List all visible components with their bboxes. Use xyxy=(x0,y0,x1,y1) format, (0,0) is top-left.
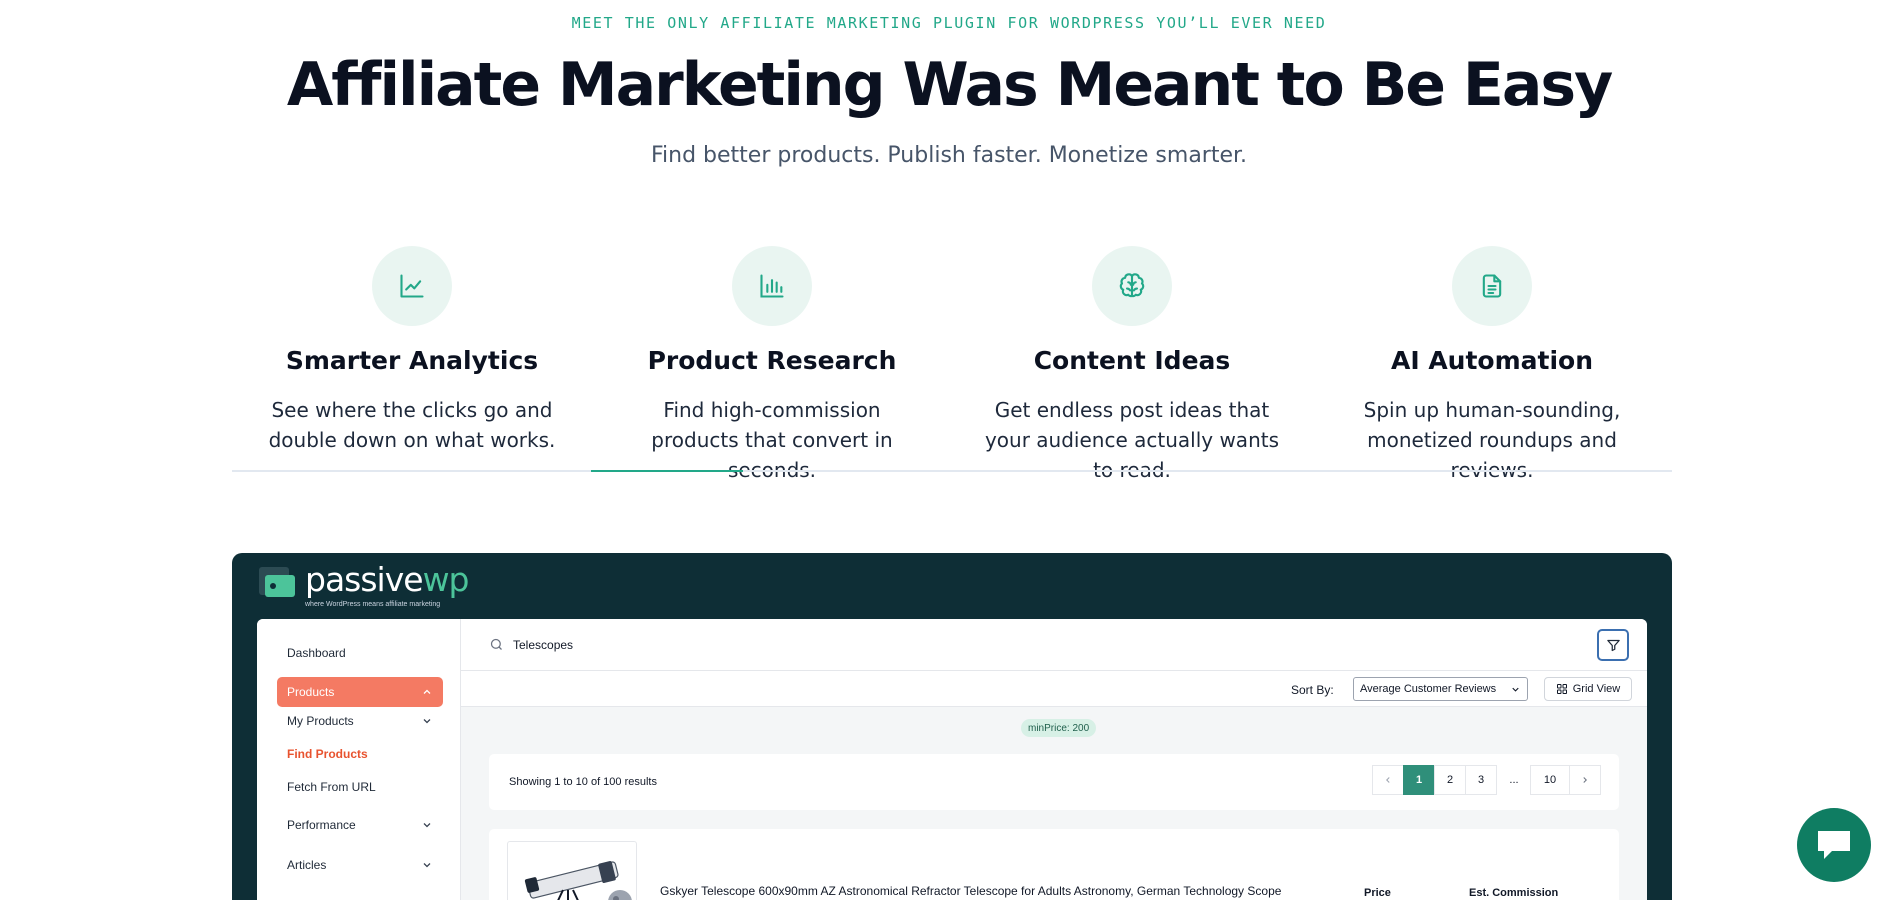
brain-icon xyxy=(1092,246,1172,326)
grid-view-label: Grid View xyxy=(1572,683,1621,695)
pagination-prev-button[interactable] xyxy=(1372,765,1404,795)
feature-tab-active-indicator xyxy=(591,470,743,472)
hero-subtitle: Find better products. Publish faster. Mo… xyxy=(650,143,1248,168)
filter-button[interactable] xyxy=(1597,629,1629,661)
chevron-right-icon xyxy=(1583,777,1587,783)
sidebar-item-fetch-from-url[interactable]: Fetch From URL xyxy=(287,774,443,800)
feature-title: Smarter Analytics xyxy=(285,346,539,375)
sidebar-item-label: Performance xyxy=(287,818,356,832)
logo-wordmark: passivewp xyxy=(305,560,469,599)
feature-title: Product Research xyxy=(647,346,897,375)
sort-bar: Sort By: Average Customer Reviews Grid V… xyxy=(461,671,1647,707)
feature-tabs-divider xyxy=(232,470,1672,472)
filter-chip[interactable]: minPrice: 200 xyxy=(1021,719,1097,737)
sidebar-item-my-products[interactable]: My Products xyxy=(287,708,443,734)
commission-column-header: Est. Commission xyxy=(1469,887,1559,899)
feature-tabs: Smarter Analytics See where the clicks g… xyxy=(232,246,1672,482)
sidebar-item-label: My Products xyxy=(287,714,354,728)
sidebar-item-products[interactable]: Products xyxy=(277,677,443,707)
sidebar: Dashboard Products My Products Find Prod… xyxy=(257,619,461,900)
results-count: Showing 1 to 10 of 100 results xyxy=(509,776,657,788)
product-image[interactable] xyxy=(507,841,637,900)
chevron-down-icon xyxy=(423,863,431,868)
sidebar-item-label: Fetch From URL xyxy=(287,780,376,794)
grid-view-button[interactable]: Grid View xyxy=(1544,677,1632,701)
pagination-ellipsis: ... xyxy=(1497,765,1531,795)
chevron-down-icon xyxy=(423,823,431,828)
pagination-page-1[interactable]: 1 xyxy=(1403,765,1435,795)
bar-chart-icon xyxy=(732,246,812,326)
chevron-left-icon xyxy=(1386,777,1390,783)
chevron-down-icon xyxy=(1512,687,1519,692)
chevron-down-icon xyxy=(423,719,431,724)
pagination-page-last[interactable]: 10 xyxy=(1530,765,1570,795)
feature-content-ideas[interactable]: Content Ideas Get endless post ideas tha… xyxy=(952,246,1312,482)
feature-title: Content Ideas xyxy=(1033,346,1231,375)
logo-mark-icon xyxy=(259,567,295,597)
sidebar-item-articles[interactable]: Articles xyxy=(277,850,443,880)
main-content: Telescopes Sort By: Average Customer Rev… xyxy=(461,619,1647,900)
product-title[interactable]: Gskyer Telescope 600x90mm AZ Astronomica… xyxy=(660,884,1281,898)
chat-button[interactable] xyxy=(1797,808,1871,882)
search-input[interactable]: Telescopes xyxy=(513,638,573,652)
pagination: 1 2 3 ... 10 xyxy=(1372,765,1601,795)
filter-icon xyxy=(1606,639,1620,651)
telescope-image xyxy=(524,861,632,900)
sidebar-item-label: Find Products xyxy=(287,747,368,761)
chat-icon xyxy=(1818,831,1850,859)
feature-ai-automation[interactable]: AI Automation Spin up human-sounding, mo… xyxy=(1312,246,1672,482)
sidebar-item-performance[interactable]: Performance xyxy=(277,810,443,840)
pagination-page-3[interactable]: 3 xyxy=(1465,765,1497,795)
passivewp-logo: passivewp where WordPress means affiliat… xyxy=(257,560,469,608)
search-bar: Telescopes xyxy=(461,619,1647,671)
app-panel: Dashboard Products My Products Find Prod… xyxy=(257,619,1647,900)
sidebar-item-label: Articles xyxy=(287,858,327,872)
sidebar-item-label: Products xyxy=(287,685,335,699)
feature-product-research[interactable]: Product Research Find high-commission pr… xyxy=(592,246,952,482)
feature-title: AI Automation xyxy=(1390,346,1594,375)
feature-description: See where the clicks go and double down … xyxy=(268,398,556,452)
product-card: Gskyer Telescope 600x90mm AZ Astronomica… xyxy=(489,829,1619,900)
results-bar: Showing 1 to 10 of 100 results 1 2 3 ...… xyxy=(489,754,1619,810)
pagination-next-button[interactable] xyxy=(1569,765,1601,795)
sidebar-item-dashboard[interactable]: Dashboard xyxy=(277,638,443,668)
hero-eyebrow: MEET THE ONLY AFFILIATE MARKETING PLUGIN… xyxy=(571,14,1327,32)
feature-smarter-analytics[interactable]: Smarter Analytics See where the clicks g… xyxy=(232,246,592,472)
price-column-header: Price xyxy=(1364,887,1391,899)
grid-icon xyxy=(1556,684,1567,694)
sort-select-value: Average Customer Reviews xyxy=(1360,683,1497,695)
search-icon xyxy=(490,638,502,650)
line-chart-icon xyxy=(372,246,452,326)
sidebar-item-find-products[interactable]: Find Products xyxy=(287,741,443,767)
sort-select[interactable]: Average Customer Reviews xyxy=(1353,677,1528,701)
app-preview: passivewp where WordPress means affiliat… xyxy=(232,553,1672,900)
logo-tagline: where WordPress means affiliate marketin… xyxy=(305,601,441,608)
document-icon xyxy=(1452,246,1532,326)
hero-title: Affiliate Marketing Was Meant to Be Easy xyxy=(286,50,1613,120)
chevron-up-icon xyxy=(423,689,431,694)
pagination-page-2[interactable]: 2 xyxy=(1434,765,1466,795)
sort-label: Sort By: xyxy=(1291,683,1334,697)
sidebar-item-label: Dashboard xyxy=(287,646,346,660)
